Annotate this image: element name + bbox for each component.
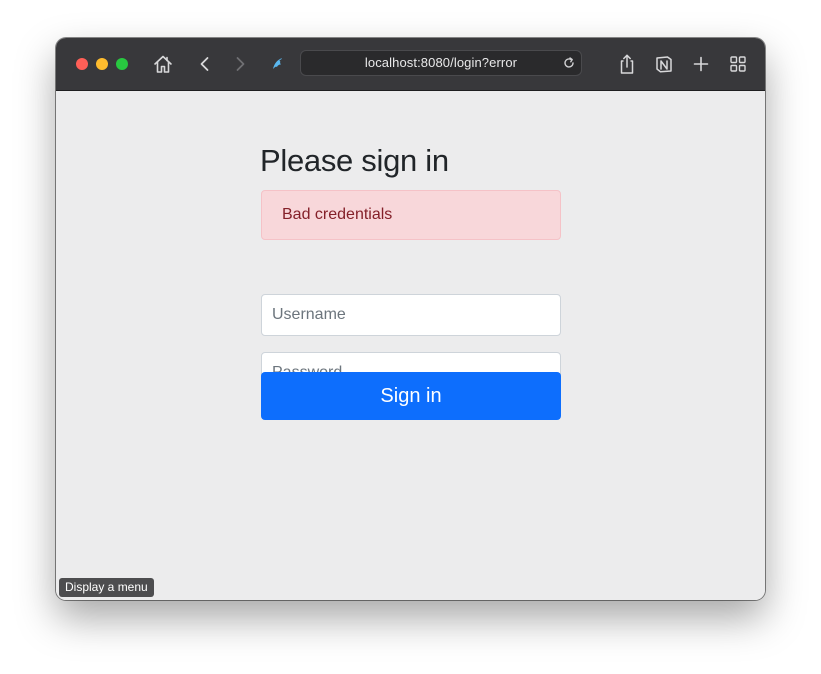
page-title: Please sign in (260, 143, 449, 178)
chevron-left-icon[interactable] (192, 51, 218, 77)
sign-in-button[interactable]: Sign in (261, 372, 561, 420)
tooltip: Display a menu (59, 578, 154, 597)
notion-icon[interactable] (651, 51, 677, 77)
minimize-window-icon[interactable] (96, 58, 108, 70)
close-window-icon[interactable] (76, 58, 88, 70)
home-icon[interactable] (150, 51, 176, 77)
address-bar[interactable]: localhost:8080/login?error (300, 50, 582, 76)
page-content: Please sign in Bad credentials Sign in D… (56, 91, 765, 600)
chevron-right-icon[interactable] (227, 51, 253, 77)
url-text: localhost:8080/login?error (364, 55, 518, 70)
username-input[interactable] (261, 294, 561, 336)
reload-icon[interactable] (562, 56, 576, 70)
share-icon[interactable] (614, 51, 640, 77)
plus-icon[interactable] (688, 51, 714, 77)
browser-window: localhost:8080/login?error Please sign i… (56, 38, 765, 600)
bird-extension-icon[interactable] (265, 51, 291, 77)
grid-icon[interactable] (725, 51, 751, 77)
error-alert: Bad credentials (261, 190, 561, 240)
zoom-window-icon[interactable] (116, 58, 128, 70)
browser-toolbar: localhost:8080/login?error (56, 38, 765, 91)
